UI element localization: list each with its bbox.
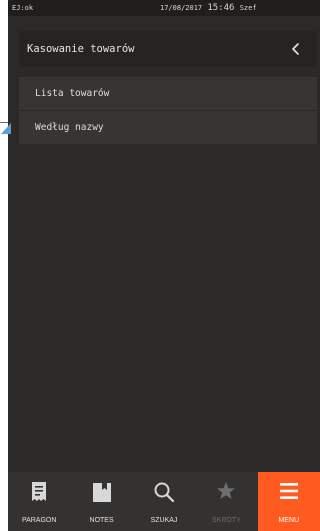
nav-label: NOTES [89, 517, 114, 524]
menu-item-label: Lista towarów [35, 88, 110, 99]
nav-notes-button[interactable]: NOTES [70, 472, 132, 531]
nav-search-button[interactable]: SZUKAJ [133, 472, 195, 531]
menu-icon [258, 481, 320, 507]
receipt-icon [8, 481, 70, 507]
nav-label: MENU [278, 517, 300, 524]
star-icon [195, 481, 257, 507]
search-icon [133, 481, 195, 507]
bottom-nav: PARAGON NOTES SZUKAJ SKRÓTY MENU [8, 472, 320, 531]
nav-paragon-button[interactable]: PARAGON [8, 472, 70, 531]
arrow-icon [1, 123, 11, 134]
app-screen: EJ:ok 17/08/2017 15:46 Szef Kasowanie to… [8, 0, 320, 531]
status-user: Szef [239, 4, 257, 12]
nav-shortcuts-button[interactable]: SKRÓTY [195, 472, 257, 531]
chevron-left-icon[interactable] [289, 42, 303, 56]
nav-label: SZUKAJ [150, 517, 178, 524]
nav-label: PARAGON [21, 517, 57, 524]
notebook-icon [70, 481, 132, 507]
status-time: 15:46 [207, 3, 235, 13]
status-date: 17/08/2017 [160, 4, 203, 12]
datetime: 17/08/2017 15:46 Szef [160, 0, 257, 16]
page-header: Kasowanie towarów [19, 31, 317, 67]
nav-menu-button[interactable]: MENU [257, 472, 320, 531]
page-title: Kasowanie towarów [27, 43, 135, 55]
status-bar: EJ:ok 17/08/2017 15:46 Szef [8, 0, 320, 16]
menu-item-wedlug-nazwy[interactable]: Według nazwy [19, 111, 317, 144]
menu-item-lista-towarow[interactable]: Lista towarów [19, 77, 317, 110]
ej-status: EJ:ok [12, 4, 34, 12]
menu-item-label: Według nazwy [35, 122, 104, 133]
nav-label: SKRÓTY [211, 517, 241, 524]
